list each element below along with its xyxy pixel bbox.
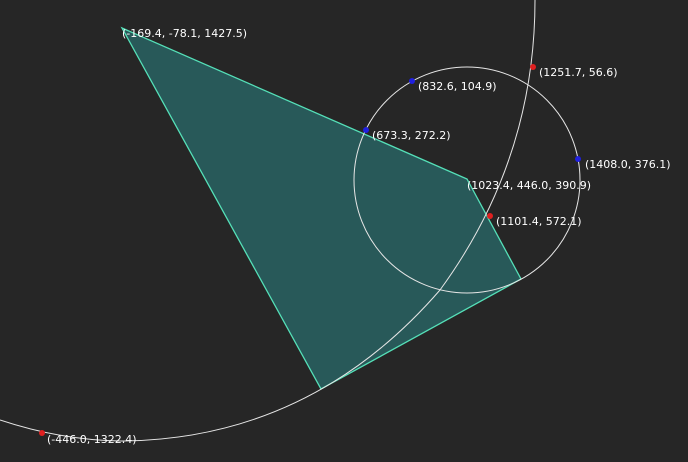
label-circle-top: (832.6, 104.9) — [418, 80, 497, 93]
label-circle-right: (1408.0, 376.1) — [585, 158, 671, 171]
point-arc-mid — [487, 213, 493, 219]
point-arc-top — [530, 64, 536, 70]
label-arc-top: (1251.7, 56.6) — [539, 66, 618, 79]
label-quad-top-left: (-169.4, -78.1, 1427.5) — [122, 27, 247, 40]
label-circle-left: (673.3, 272.2) — [372, 129, 451, 142]
point-circle-right — [575, 156, 581, 162]
point-arc-bottom — [39, 430, 45, 436]
point-circle-top — [409, 78, 415, 84]
label-quad-right-vertex: (1023.4, 446.0, 390.9) — [467, 179, 591, 192]
point-circle-left — [363, 127, 369, 133]
label-arc-mid: (1101.4, 572.1) — [496, 215, 582, 228]
label-arc-bottom: (-446.0, 1322.4) — [47, 433, 137, 446]
geometry-diagram: (-169.4, -78.1, 1427.5) (832.6, 104.9) (… — [0, 0, 688, 462]
